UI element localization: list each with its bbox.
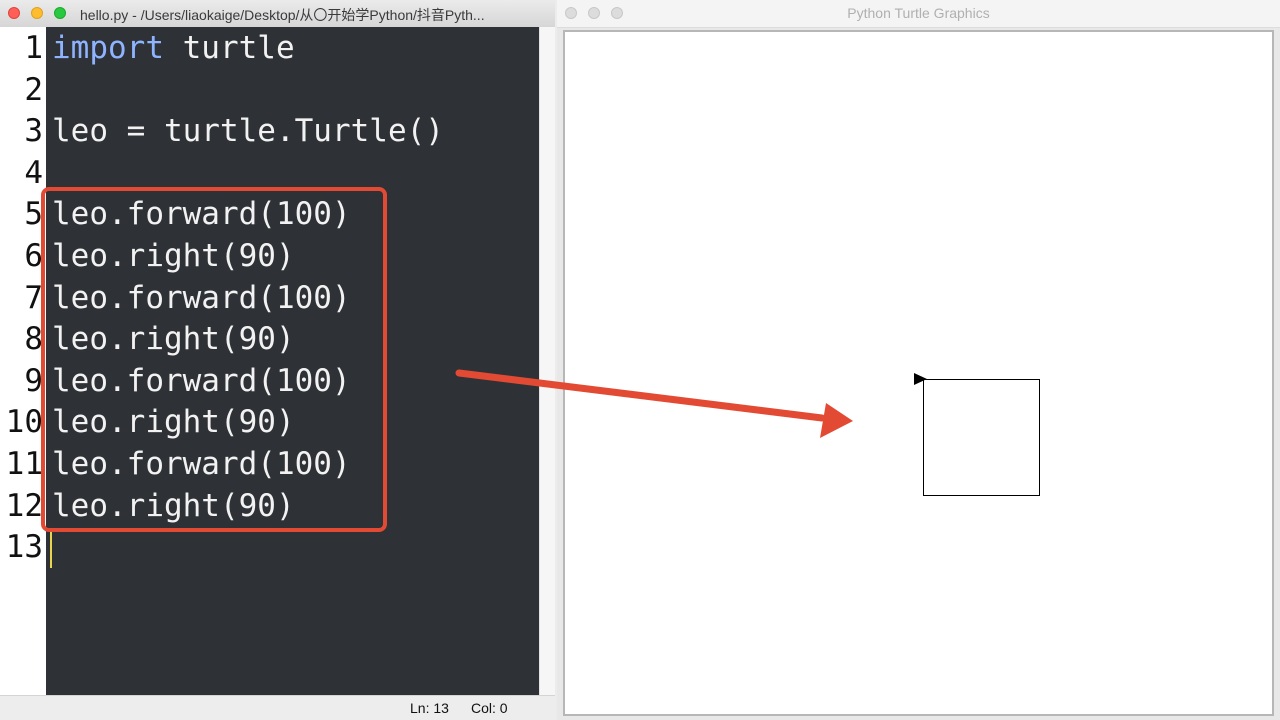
line-number: 8	[24, 321, 43, 358]
line-number: 7	[24, 279, 43, 316]
text-cursor	[50, 528, 52, 568]
code-line[interactable]: import turtle	[52, 27, 295, 69]
line-number: 6	[24, 238, 43, 274]
status-column-number: Col: 0	[471, 700, 508, 716]
line-number: 13	[5, 529, 43, 566]
vertical-scrollbar[interactable]	[539, 27, 555, 695]
line-number: 11	[5, 446, 43, 482]
editor-title: hello.py - /Users/liaokaige/Desktop/从〇开始…	[80, 7, 485, 23]
turtle-cursor-icon	[914, 373, 927, 385]
code-line[interactable]: leo = turtle.Turtle()	[52, 110, 444, 152]
line-number: 4	[24, 154, 43, 191]
line-number: 10	[5, 404, 43, 441]
turtle-titlebar[interactable]: Python Turtle Graphics	[557, 0, 1280, 28]
status-line-number: Ln: 13	[410, 700, 449, 716]
line-number: 2	[24, 71, 43, 108]
line-number: 1	[24, 30, 43, 66]
status-bar: Ln: 13 Col: 0	[0, 695, 555, 720]
editor-window: hello.py - /Users/liaokaige/Desktop/从〇开始…	[0, 0, 555, 720]
line-number: 5	[24, 196, 43, 233]
line-number: 9	[24, 362, 43, 399]
code-text: turtle	[163, 30, 295, 66]
zoom-window-icon[interactable]	[54, 7, 66, 19]
annotation-highlight-box	[41, 187, 387, 532]
editor-titlebar[interactable]: hello.py - /Users/liaokaige/Desktop/从〇开始…	[0, 0, 555, 28]
turtle-canvas	[563, 30, 1274, 716]
code-keyword: import	[52, 30, 164, 66]
line-number: 3	[24, 113, 43, 150]
drawn-square	[923, 379, 1040, 496]
line-number: 12	[5, 487, 43, 524]
turtle-graphics-window: Python Turtle Graphics	[557, 0, 1280, 720]
turtle-window-title: Python Turtle Graphics	[847, 5, 990, 21]
close-window-icon[interactable]	[8, 7, 20, 19]
minimize-window-icon[interactable]	[31, 7, 43, 19]
code-text: leo = turtle.Turtle()	[52, 113, 444, 150]
